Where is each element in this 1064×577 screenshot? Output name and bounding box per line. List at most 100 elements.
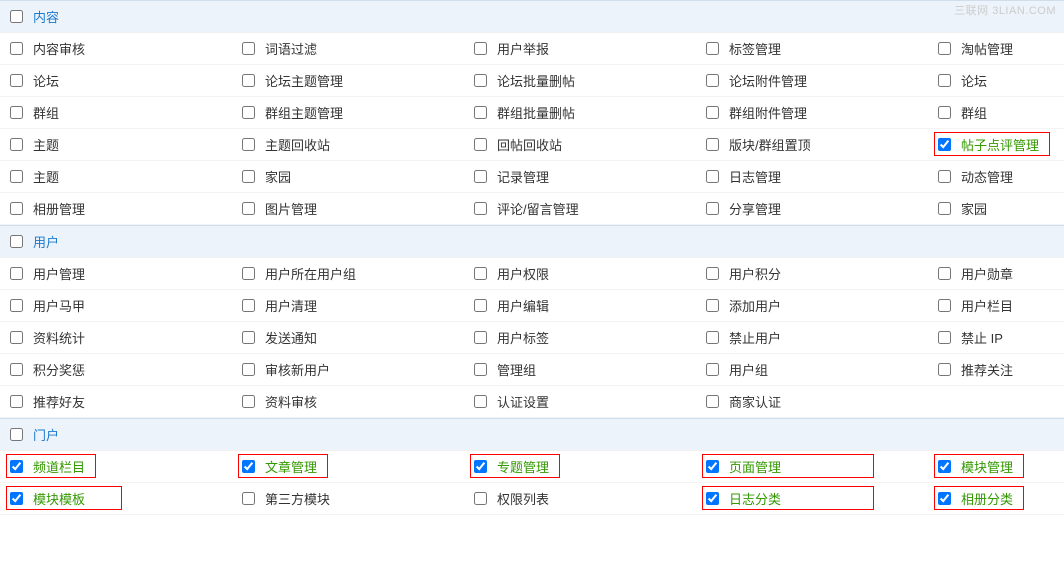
cell: 版块/群组置顶: [696, 129, 928, 161]
checkbox[interactable]: [938, 363, 951, 376]
checkbox[interactable]: [10, 170, 23, 183]
checkbox[interactable]: [938, 106, 951, 119]
checkbox[interactable]: [938, 267, 951, 280]
checkbox[interactable]: [474, 202, 487, 215]
cell: 动态管理: [928, 161, 1064, 193]
cell: 推荐好友: [0, 386, 232, 418]
checkbox[interactable]: [706, 138, 719, 151]
cell-highlighted: 模块管理: [928, 451, 1064, 483]
checkbox[interactable]: [706, 170, 719, 183]
cell: 添加用户: [696, 290, 928, 322]
checkbox[interactable]: [10, 331, 23, 344]
cell-label: 专题管理: [497, 457, 549, 476]
checkbox[interactable]: [242, 299, 255, 312]
checkbox[interactable]: [242, 138, 255, 151]
checkbox[interactable]: [242, 460, 255, 473]
cell-highlighted: 相册分类: [928, 483, 1064, 515]
checkbox[interactable]: [242, 395, 255, 408]
checkbox[interactable]: [10, 202, 23, 215]
checkbox[interactable]: [474, 138, 487, 151]
checkbox[interactable]: [938, 138, 951, 151]
cell: 家园: [928, 193, 1064, 225]
checkbox[interactable]: [474, 267, 487, 280]
checkbox[interactable]: [242, 42, 255, 55]
cell-highlighted: 专题管理: [464, 451, 696, 483]
checkbox[interactable]: [242, 170, 255, 183]
cell-label: 群组主题管理: [265, 103, 343, 122]
checkbox[interactable]: [938, 331, 951, 344]
checkbox[interactable]: [242, 74, 255, 87]
section-checkbox-user[interactable]: [10, 235, 23, 248]
checkbox[interactable]: [706, 395, 719, 408]
checkbox[interactable]: [242, 202, 255, 215]
cell: 论坛附件管理: [696, 65, 928, 97]
cell-label: 图片管理: [265, 199, 317, 218]
cell-label: 第三方模块: [265, 489, 330, 508]
checkbox[interactable]: [474, 170, 487, 183]
cell-label: 推荐好友: [33, 392, 85, 411]
checkbox[interactable]: [10, 267, 23, 280]
cell-label: 标签管理: [729, 39, 781, 58]
cell: 审核新用户: [232, 354, 464, 386]
cell-label: 资料审核: [265, 392, 317, 411]
highlight-box: [702, 454, 874, 478]
checkbox[interactable]: [474, 363, 487, 376]
checkbox[interactable]: [474, 395, 487, 408]
checkbox[interactable]: [706, 331, 719, 344]
section-title-user: 用户: [33, 232, 59, 251]
checkbox[interactable]: [706, 460, 719, 473]
cell: 群组: [928, 97, 1064, 129]
cell: 标签管理: [696, 33, 928, 65]
checkbox[interactable]: [474, 74, 487, 87]
cell: 淘帖管理: [928, 33, 1064, 65]
checkbox[interactable]: [10, 74, 23, 87]
checkbox[interactable]: [474, 492, 487, 505]
cell-label: 家园: [265, 167, 291, 186]
checkbox[interactable]: [706, 74, 719, 87]
checkbox[interactable]: [242, 106, 255, 119]
cell-label: 群组: [961, 103, 987, 122]
watermark: 三联网 3LIAN.COM: [954, 2, 1056, 18]
checkbox[interactable]: [10, 460, 23, 473]
checkbox[interactable]: [474, 106, 487, 119]
checkbox[interactable]: [938, 170, 951, 183]
cell-label: 用户编辑: [497, 296, 549, 315]
checkbox[interactable]: [242, 267, 255, 280]
checkbox[interactable]: [10, 106, 23, 119]
checkbox[interactable]: [938, 299, 951, 312]
checkbox[interactable]: [242, 363, 255, 376]
checkbox[interactable]: [10, 42, 23, 55]
checkbox[interactable]: [706, 299, 719, 312]
cell-label: 论坛: [33, 71, 59, 90]
checkbox[interactable]: [10, 363, 23, 376]
checkbox[interactable]: [706, 42, 719, 55]
checkbox[interactable]: [474, 331, 487, 344]
checkbox[interactable]: [242, 331, 255, 344]
checkbox[interactable]: [938, 202, 951, 215]
checkbox[interactable]: [474, 42, 487, 55]
checkbox[interactable]: [706, 492, 719, 505]
checkbox[interactable]: [938, 42, 951, 55]
checkbox[interactable]: [10, 138, 23, 151]
checkbox[interactable]: [706, 202, 719, 215]
checkbox[interactable]: [242, 492, 255, 505]
cell-label: 日志管理: [729, 167, 781, 186]
checkbox[interactable]: [474, 299, 487, 312]
cell-highlighted: 频道栏目: [0, 451, 232, 483]
checkbox[interactable]: [10, 299, 23, 312]
cell: 用户所在用户组: [232, 258, 464, 290]
section-checkbox-content[interactable]: [10, 10, 23, 23]
cell-label: 禁止 IP: [961, 328, 1003, 347]
cell-label: 群组批量删帖: [497, 103, 575, 122]
checkbox[interactable]: [938, 492, 951, 505]
section-checkbox-portal[interactable]: [10, 428, 23, 441]
checkbox[interactable]: [474, 460, 487, 473]
checkbox[interactable]: [938, 74, 951, 87]
checkbox[interactable]: [10, 395, 23, 408]
checkbox[interactable]: [938, 460, 951, 473]
checkbox[interactable]: [706, 267, 719, 280]
section-title-content: 内容: [33, 7, 59, 26]
checkbox[interactable]: [10, 492, 23, 505]
checkbox[interactable]: [706, 106, 719, 119]
checkbox[interactable]: [706, 363, 719, 376]
